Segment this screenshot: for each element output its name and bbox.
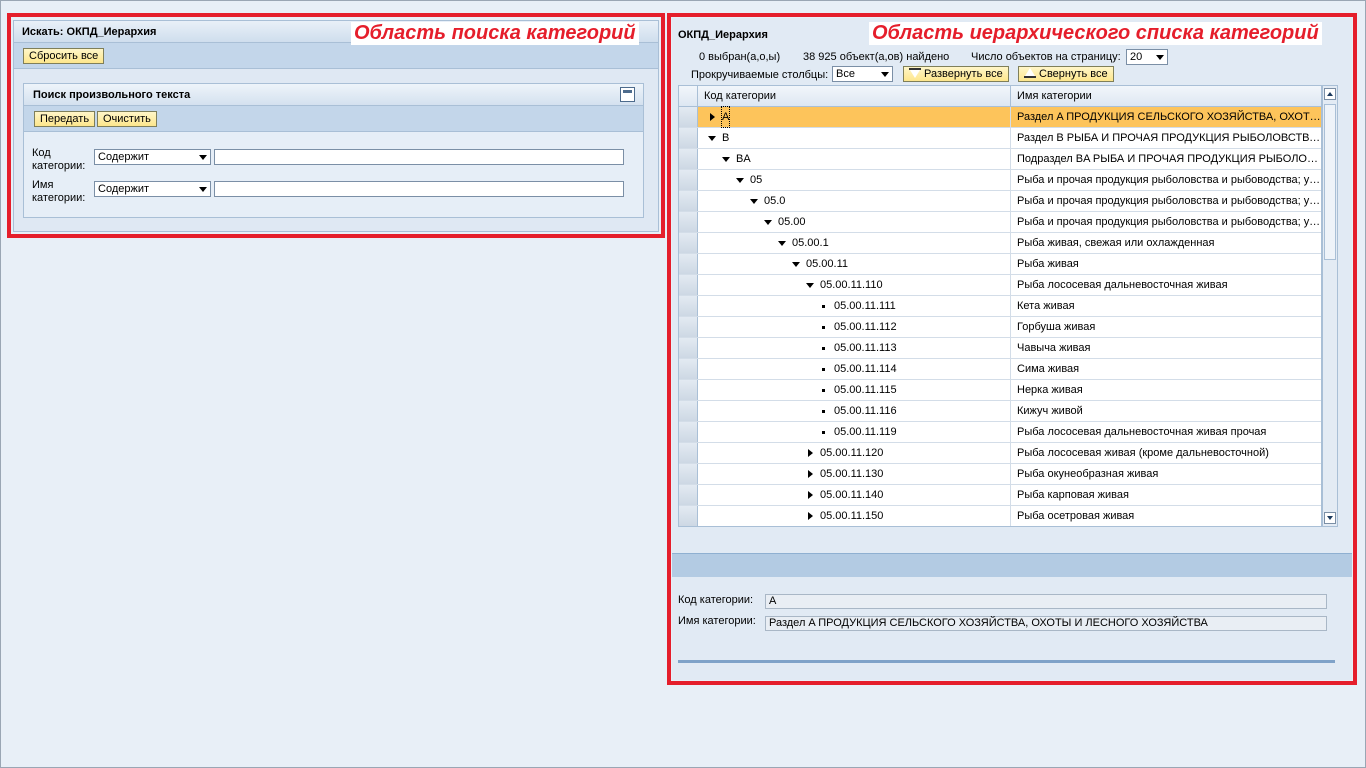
hierarchy-area-highlight — [667, 13, 1357, 685]
search-area-annotation: Область поиска категорий — [351, 22, 639, 45]
search-area-highlight — [7, 13, 665, 238]
hierarchy-area-annotation: Область иерархического списка категорий — [869, 22, 1322, 45]
